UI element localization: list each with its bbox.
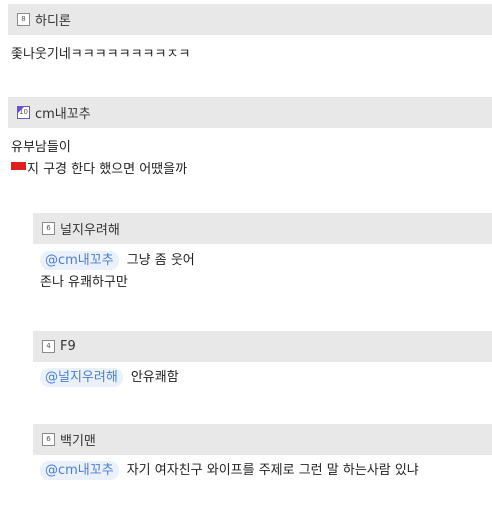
comment-text: 안유쾌함 (130, 370, 179, 385)
reply-comment: 6 널지우려해 @cm내꼬추 그냥 좀 웃어 존나 유쾌하구만 (33, 213, 492, 294)
level-badge-icon: 4 (42, 340, 55, 353)
comment-author[interactable]: 백기맨 (60, 430, 96, 449)
comment: 10 cm내꼬추 유부남들이 지 구경 한다 했으면 어땠을까 (8, 97, 492, 181)
comment-header: 6 널지우려해 (33, 213, 492, 244)
level-badge-icon: 8 (17, 13, 30, 26)
comment-body: 좇나웃기네ㅋㅋㅋㅋㅋㅋㅋㅋㅈㅋ (8, 35, 492, 66)
comment-text-line: 지 구경 한다 했으면 어땠을까 (11, 159, 492, 181)
comment-header: 4 F9 (33, 331, 492, 362)
comment-author[interactable]: 하디론 (35, 10, 71, 29)
red-emoticon-icon (11, 162, 26, 170)
reply-comment: 4 F9 @널지우려해 안유쾌함 (33, 331, 492, 389)
comment-text: 존나 유쾌하구만 (40, 275, 128, 290)
comment-text: 자기 여자친구 와이프를 주제로 그런 말 하는사람 있냐 (126, 463, 419, 478)
comment-body: @cm내꼬추 그냥 좀 웃어 존나 유쾌하구만 (33, 244, 492, 294)
comment-text: 지 구경 한다 했으면 어땠을까 (27, 162, 188, 177)
comment-text-line: @cm내꼬추 자기 여자친구 와이프를 주제로 그런 말 하는사람 있냐 (40, 460, 492, 482)
mention-tag[interactable]: @cm내꼬추 (40, 461, 119, 480)
comment-author[interactable]: 널지우려해 (60, 219, 120, 238)
comment-body: @널지우려해 안유쾌함 (33, 362, 492, 389)
level-badge-icon: 6 (42, 433, 55, 446)
comment-body: 유부남들이 지 구경 한다 했으면 어땠을까 (8, 128, 492, 181)
mention-tag[interactable]: @cm내꼬추 (40, 251, 119, 270)
comment-header: 6 백기맨 (33, 424, 492, 455)
comment-header: 10 cm내꼬추 (8, 97, 492, 128)
comment-body: @cm내꼬추 자기 여자친구 와이프를 주제로 그런 말 하는사람 있냐 (33, 455, 492, 482)
comment-author[interactable]: cm내꼬추 (35, 103, 91, 122)
comment-text-line: @널지우려해 안유쾌함 (40, 367, 492, 389)
comment-author[interactable]: F9 (60, 339, 76, 354)
level-badge-icon: 10 (17, 106, 30, 119)
reply-comment: 6 백기맨 @cm내꼬추 자기 여자친구 와이프를 주제로 그런 말 하는사람 있… (33, 424, 492, 482)
level-badge-icon: 6 (42, 222, 55, 235)
comment-text: 그냥 좀 웃어 (126, 253, 195, 268)
comment-text: 좇나웃기네ㅋㅋㅋㅋㅋㅋㅋㅋㅈㅋ (11, 47, 191, 62)
mention-tag[interactable]: @널지우려해 (40, 368, 123, 387)
comment-header: 8 하디론 (8, 4, 492, 35)
comment-text-line: @cm내꼬추 그냥 좀 웃어 (40, 250, 492, 272)
comment-text: 유부남들이 (11, 140, 71, 155)
comment: 8 하디론 좇나웃기네ㅋㅋㅋㅋㅋㅋㅋㅋㅈㅋ (8, 4, 492, 66)
